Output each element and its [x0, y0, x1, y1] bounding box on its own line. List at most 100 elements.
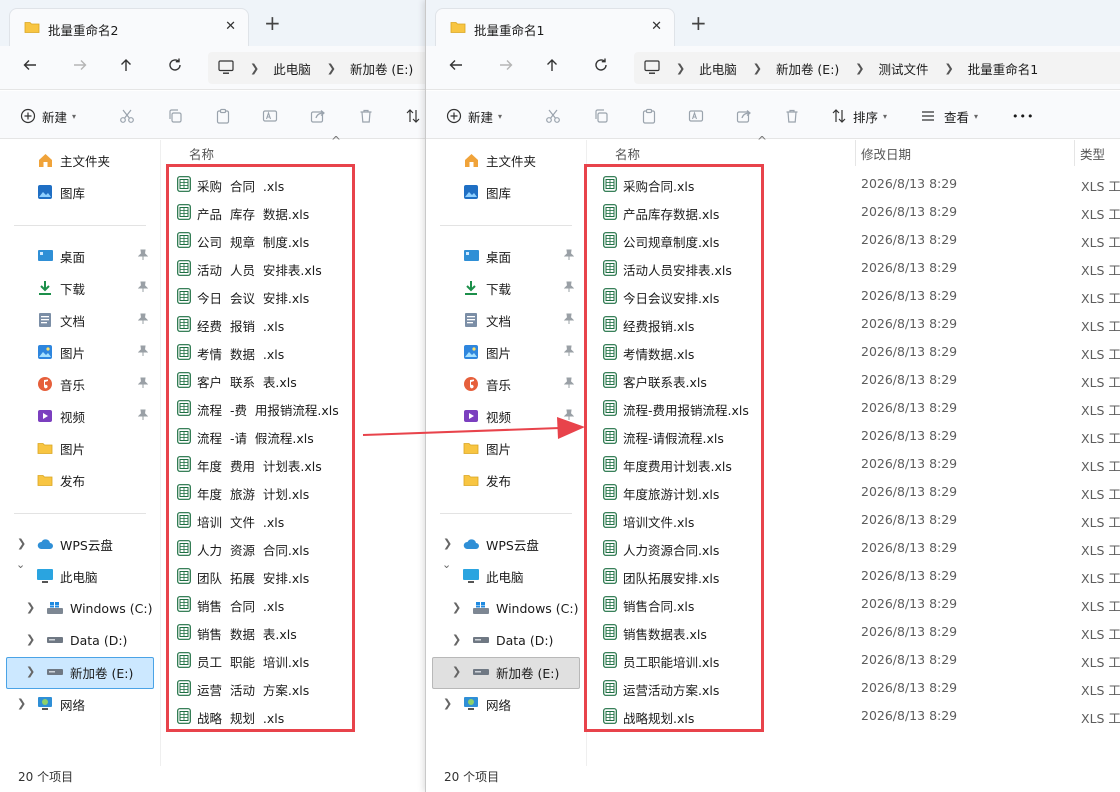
- navigation-bar: ❯ 此电脑 ❯ 新加卷 (E:): [0, 46, 430, 90]
- sidebar-item-drive-2[interactable]: 新加卷 (E:): [426, 657, 582, 687]
- sidebar-item-quick-6[interactable]: 图片: [0, 433, 156, 463]
- sidebar-item-quick-6[interactable]: 图片: [426, 433, 582, 463]
- sidebar-item-this-pc-label: 此电脑: [486, 569, 524, 585]
- sidebar-item-wps[interactable]: WPS云盘: [0, 529, 156, 559]
- divider: [440, 513, 572, 514]
- sidebar-item-drive-0[interactable]: Windows (C:): [0, 593, 156, 623]
- rename-button[interactable]: [259, 105, 281, 127]
- sidebar-item-gallery[interactable]: 图库: [426, 177, 582, 207]
- up-icon: [544, 57, 560, 73]
- file-type: XLS 工作表: [1081, 207, 1120, 222]
- share-icon: [736, 108, 752, 124]
- home-icon: [462, 152, 480, 168]
- address-bar[interactable]: ❯ 此电脑 ❯ 新加卷 (E:) ❯ 测试文件 ❯ 批量重命名1: [634, 52, 1120, 84]
- sidebar-item-quick-7[interactable]: 发布: [0, 465, 156, 495]
- up-button[interactable]: [540, 56, 564, 80]
- breadcrumb-item[interactable]: 此电脑: [273, 59, 311, 78]
- sidebar-item-quick-4[interactable]: 音乐: [0, 369, 156, 399]
- sidebar-item-quick-7[interactable]: 发布: [426, 465, 582, 495]
- sort-button[interactable]: 排序 ▾: [831, 105, 887, 127]
- sidebar-item-wps[interactable]: WPS云盘: [426, 529, 582, 559]
- sidebar-item-network[interactable]: 网络: [426, 689, 582, 719]
- sidebar-item-drive-1[interactable]: Data (D:): [426, 625, 582, 655]
- sidebar-item-quick-2-label: 文档: [60, 313, 86, 329]
- sidebar-item-quick-3[interactable]: 图片: [0, 337, 156, 367]
- breadcrumb-item[interactable]: 批量重命名1: [968, 59, 1038, 78]
- refresh-button[interactable]: [589, 56, 613, 80]
- sidebar-item-gallery[interactable]: 图库: [0, 177, 156, 207]
- forward-button[interactable]: [494, 56, 518, 80]
- new-tab-icon[interactable]: +: [264, 13, 281, 33]
- new-tab-icon[interactable]: +: [690, 13, 707, 33]
- forward-button[interactable]: [68, 56, 92, 80]
- copy-button[interactable]: [164, 105, 186, 127]
- delete-button[interactable]: [781, 105, 803, 127]
- sidebar-item-drive-2[interactable]: 新加卷 (E:): [0, 657, 156, 687]
- file-type: XLS 工作表: [1081, 571, 1120, 586]
- navigation-pane: 主文件夹 图库 桌面 下载 文档 图片 音乐 视频 图片 发布 ❯ WPS云盘 ⌄ 此电脑 ❯ Windows…: [0, 140, 160, 766]
- download-icon: [36, 280, 54, 296]
- back-button[interactable]: [18, 56, 42, 80]
- file-date: 2026/8/13 8:29: [861, 708, 958, 723]
- address-bar[interactable]: ❯ 此电脑 ❯ 新加卷 (E:): [208, 52, 430, 84]
- close-tab-icon[interactable]: ✕: [225, 19, 236, 34]
- column-header-name[interactable]: 名称: [615, 144, 640, 163]
- sidebar-item-drive-1[interactable]: Data (D:): [0, 625, 156, 655]
- share-button[interactable]: [307, 105, 329, 127]
- sidebar-item-quick-1[interactable]: 下载: [426, 273, 582, 303]
- breadcrumb-item[interactable]: 新加卷 (E:): [350, 59, 413, 78]
- sidebar-item-network[interactable]: 网络: [0, 689, 156, 719]
- back-button[interactable]: [444, 56, 468, 80]
- sort-button[interactable]: [405, 105, 421, 127]
- sidebar-item-this-pc[interactable]: 此电脑: [426, 561, 582, 591]
- sidebar-item-home[interactable]: 主文件夹: [0, 145, 156, 175]
- up-button[interactable]: [114, 56, 138, 80]
- sidebar-item-quick-3[interactable]: 图片: [426, 337, 582, 367]
- breadcrumb-item[interactable]: 此电脑: [699, 59, 737, 78]
- new-icon: [20, 108, 36, 124]
- sidebar-item-home[interactable]: 主文件夹: [426, 145, 582, 175]
- file-type: XLS 工作表: [1081, 431, 1120, 446]
- cut-button[interactable]: [116, 105, 138, 127]
- rename-button[interactable]: [685, 105, 707, 127]
- file-date: 2026/8/13 8:29: [861, 372, 958, 387]
- column-header-name[interactable]: 名称: [189, 144, 214, 163]
- breadcrumb-item[interactable]: 测试文件: [879, 59, 929, 78]
- sidebar-item-quick-5[interactable]: 视频: [426, 401, 582, 431]
- share-button[interactable]: [733, 105, 755, 127]
- column-header-type[interactable]: 类型: [1080, 144, 1105, 163]
- sidebar-item-quick-3-label: 图片: [486, 345, 512, 361]
- new-button[interactable]: 新建 ▾: [20, 105, 76, 127]
- sidebar-item-quick-0[interactable]: 桌面: [0, 241, 156, 271]
- folder-icon: [36, 473, 54, 487]
- tab-active[interactable]: 批量重命名1 ✕: [435, 8, 675, 46]
- close-tab-icon[interactable]: ✕: [651, 19, 662, 34]
- sidebar-item-quick-5[interactable]: 视频: [0, 401, 156, 431]
- column-header-date[interactable]: 修改日期: [861, 144, 911, 163]
- sidebar-item-quick-1[interactable]: 下载: [0, 273, 156, 303]
- tab-active[interactable]: 批量重命名2 ✕: [9, 8, 249, 46]
- pictures-icon: [462, 344, 480, 360]
- file-date: 2026/8/13 8:29: [861, 260, 958, 275]
- delete-button[interactable]: [355, 105, 377, 127]
- sidebar-item-quick-2[interactable]: 文档: [0, 305, 156, 335]
- more-options-icon[interactable]: •••: [1012, 105, 1034, 127]
- breadcrumb-item[interactable]: 新加卷 (E:): [776, 59, 839, 78]
- cut-icon: [545, 108, 561, 124]
- paste-button[interactable]: [212, 105, 234, 127]
- copy-button[interactable]: [590, 105, 612, 127]
- sidebar-item-this-pc[interactable]: 此电脑: [0, 561, 156, 591]
- network-icon: [462, 696, 480, 712]
- new-button[interactable]: 新建 ▾: [446, 105, 502, 127]
- refresh-button[interactable]: [163, 56, 187, 80]
- cut-button[interactable]: [542, 105, 564, 127]
- sidebar-item-quick-4[interactable]: 音乐: [426, 369, 582, 399]
- file-date: 2026/8/13 8:29: [861, 232, 958, 247]
- sidebar-item-quick-2[interactable]: 文档: [426, 305, 582, 335]
- cloud-icon: [36, 537, 54, 551]
- sidebar-item-quick-0[interactable]: 桌面: [426, 241, 582, 271]
- paste-button[interactable]: [638, 105, 660, 127]
- sidebar-item-drive-0[interactable]: Windows (C:): [426, 593, 582, 623]
- highlight-box: [584, 164, 764, 732]
- view-button[interactable]: 查看 ▾: [920, 105, 978, 127]
